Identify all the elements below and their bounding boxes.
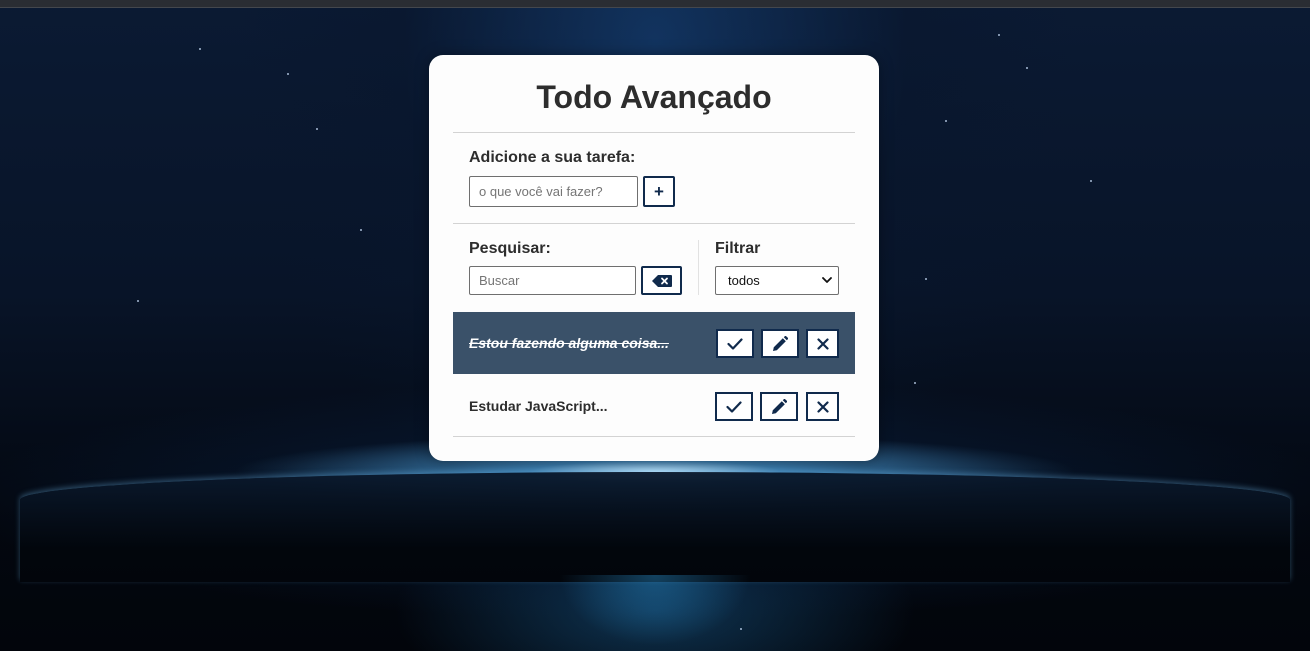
star [360, 229, 362, 231]
pencil-icon [772, 398, 787, 414]
add-task-button[interactable]: + [643, 176, 675, 207]
filter-select[interactable]: todos [715, 266, 839, 295]
todo-item: Estudar JavaScript... [453, 375, 855, 437]
todo-text: Estou fazendo alguma coisa... [469, 335, 669, 351]
clear-search-button[interactable] [641, 266, 682, 295]
planet-horizon [20, 472, 1290, 582]
divider [453, 223, 855, 224]
remove-todo-button[interactable] [806, 329, 839, 358]
finish-todo-button[interactable] [716, 329, 754, 358]
star [199, 48, 201, 50]
star [914, 382, 916, 384]
close-icon [816, 337, 829, 350]
edit-todo-button[interactable] [760, 392, 798, 421]
page-title: Todo Avançado [536, 79, 772, 115]
search-label: Pesquisar: [469, 240, 551, 257]
horizon-reflection [560, 575, 750, 651]
filter-selected-value: todos [728, 273, 760, 288]
divider [453, 132, 855, 133]
star [316, 128, 318, 130]
browser-top-edge [0, 0, 1310, 8]
check-icon [727, 337, 743, 350]
todo-item-done: Estou fazendo alguma coisa... [453, 312, 855, 374]
star [1026, 67, 1028, 69]
filter-label: Filtrar [715, 240, 761, 257]
star [740, 628, 742, 630]
finish-todo-button[interactable] [715, 392, 753, 421]
star [137, 300, 139, 302]
star [945, 120, 947, 122]
search-input[interactable] [469, 266, 636, 295]
star [998, 34, 1000, 36]
star [925, 278, 927, 280]
remove-todo-button[interactable] [806, 392, 839, 421]
check-icon [726, 400, 742, 413]
plus-icon: + [654, 182, 664, 201]
backspace-icon [651, 274, 672, 287]
todo-text: Estudar JavaScript... [469, 398, 608, 414]
star [1090, 180, 1092, 182]
star [287, 73, 289, 75]
add-task-input[interactable] [469, 176, 638, 207]
chevron-down-icon [822, 277, 832, 283]
section-separator [698, 240, 699, 295]
edit-todo-button[interactable] [761, 329, 799, 358]
close-icon [816, 400, 829, 413]
pencil-icon [773, 335, 788, 351]
todo-card: Todo Avançado Adicione a sua tarefa: + P… [429, 55, 879, 461]
add-task-label: Adicione a sua tarefa: [469, 149, 636, 166]
